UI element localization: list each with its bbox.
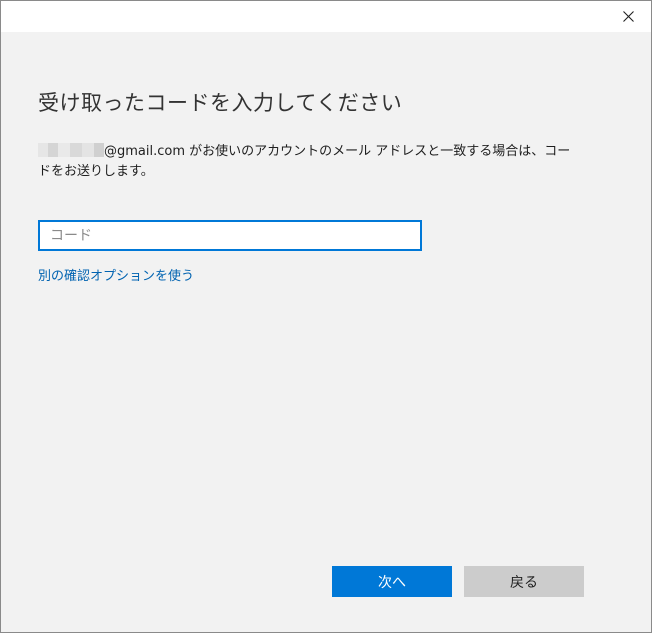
title-bar	[1, 1, 651, 32]
next-button[interactable]: 次へ	[332, 566, 452, 597]
description-text: @gmail.com がお使いのアカウントのメール アドレスと一致する場合は、コ…	[38, 142, 578, 182]
email-domain: @gmail.com	[104, 144, 186, 159]
close-button[interactable]	[605, 1, 651, 32]
back-button[interactable]: 戻る	[464, 566, 584, 597]
page-title: 受け取ったコードを入力してください	[38, 91, 403, 115]
code-input[interactable]	[38, 220, 422, 251]
alternate-verification-link[interactable]: 別の確認オプションを使う	[38, 265, 194, 284]
masked-email-user	[38, 143, 104, 157]
dialog-window: 受け取ったコードを入力してください @gmail.com がお使いのアカウントの…	[0, 0, 652, 633]
close-icon	[622, 11, 634, 22]
